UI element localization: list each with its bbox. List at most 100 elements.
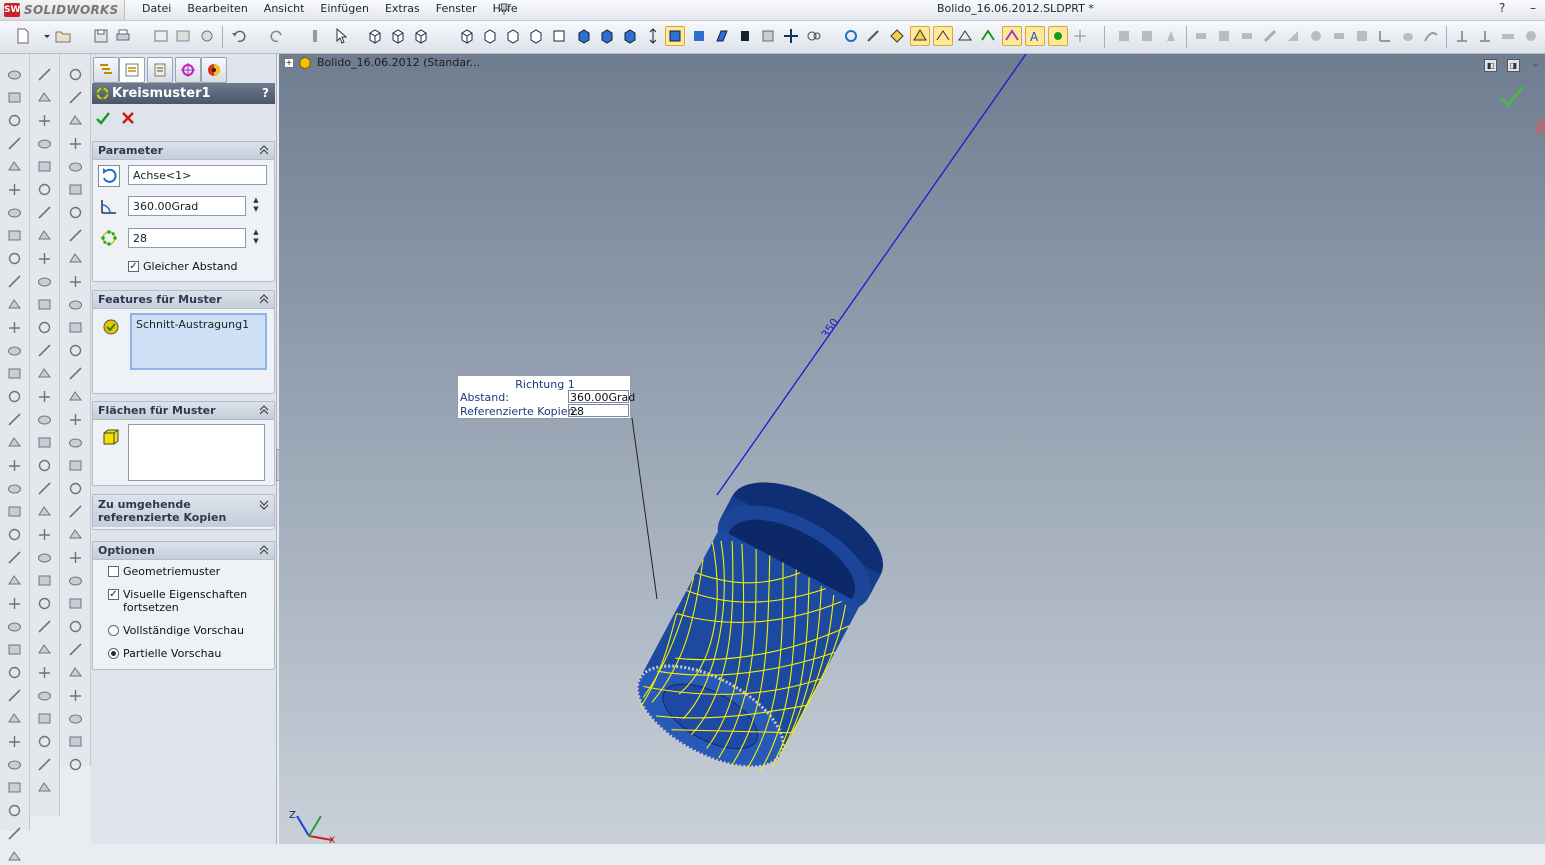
collapse-chevron-icon[interactable] (259, 543, 269, 557)
sketch-tool-icon[interactable] (36, 66, 53, 83)
view-top-icon[interactable] (458, 27, 476, 45)
sketch-tool-icon[interactable] (36, 434, 53, 451)
sketch-tool-icon[interactable] (36, 112, 53, 129)
filter-faces-icon[interactable] (956, 27, 974, 45)
feature-tree-flyout[interactable]: + Bolido_16.06.2012 (Standar... (284, 56, 480, 70)
utility-tool-icon[interactable] (67, 296, 84, 313)
utility-tool-icon[interactable] (67, 411, 84, 428)
utility-tool-icon[interactable] (67, 457, 84, 474)
model-scene[interactable]: 350 (279, 54, 1545, 844)
gusset-icon[interactable] (1284, 27, 1302, 45)
redo-icon[interactable] (268, 27, 286, 45)
rib-icon[interactable] (1353, 27, 1371, 45)
feature-tool-icon[interactable] (6, 112, 23, 129)
view-orientation-icon[interactable] (888, 27, 906, 45)
feature-tool-icon[interactable] (6, 135, 23, 152)
full-preview-radio[interactable] (108, 625, 119, 636)
sketch-tool-icon[interactable] (36, 526, 53, 543)
sketch-tool-icon[interactable] (36, 664, 53, 681)
utility-tool-icon[interactable] (67, 227, 84, 244)
feature-tool-icon[interactable] (6, 296, 23, 313)
view-front-icon[interactable] (366, 27, 384, 45)
feature-tool-icon[interactable] (6, 825, 23, 842)
feature-tool-icon[interactable] (6, 595, 23, 612)
utility-tool-icon[interactable] (67, 365, 84, 382)
hidden-lines-icon[interactable] (713, 27, 731, 45)
sketch-tool-icon[interactable] (36, 641, 53, 658)
utility-tool-icon[interactable] (67, 733, 84, 750)
sketch-tool-icon[interactable] (36, 595, 53, 612)
utility-tool-icon[interactable] (67, 641, 84, 658)
sketch-tool-icon[interactable] (36, 89, 53, 106)
sketch-tool-icon[interactable] (36, 710, 53, 727)
feature-tool-icon[interactable] (6, 572, 23, 589)
parameter-header[interactable]: Parameter (93, 142, 274, 160)
feature-tool-icon[interactable] (6, 848, 23, 865)
options-icon[interactable] (198, 27, 216, 45)
geometry-pattern-checkbox[interactable] (108, 566, 119, 577)
structural-member-icon[interactable] (1215, 27, 1233, 45)
utility-tool-icon[interactable] (67, 89, 84, 106)
feature-tool-icon[interactable] (6, 342, 23, 359)
draft-tool-icon[interactable] (1162, 27, 1180, 45)
menu-extras[interactable]: Extras (377, 0, 428, 20)
mold-tool-icon[interactable] (1115, 27, 1133, 45)
view-trimetric-icon[interactable] (598, 27, 616, 45)
check-icon[interactable] (1522, 27, 1540, 45)
utility-tool-icon[interactable] (67, 181, 84, 198)
callout-spacing-value[interactable]: 360.00Grad (568, 390, 635, 404)
utility-tool-icon[interactable] (67, 112, 84, 129)
section-props-icon[interactable] (1499, 27, 1517, 45)
feature-tool-icon[interactable] (6, 204, 23, 221)
collapse-chevron-icon[interactable] (259, 403, 269, 417)
viewport-expand-icon[interactable]: ◨ (1507, 59, 1520, 72)
list-item[interactable]: Schnitt-Austragung1 (136, 317, 265, 333)
feature-tool-icon[interactable] (6, 181, 23, 198)
utility-tool-icon[interactable] (67, 319, 84, 336)
sketch-tool-icon[interactable] (36, 273, 53, 290)
sketch-toolbar-icon[interactable] (865, 27, 883, 45)
expand-chevron-icon[interactable] (259, 498, 269, 512)
sketch-tool-icon[interactable] (36, 733, 53, 750)
utility-tool-icon[interactable] (67, 342, 84, 359)
feature-tool-icon[interactable] (6, 89, 23, 106)
help-button[interactable]: ? (262, 86, 269, 100)
minimize-icon[interactable]: – (1530, 1, 1536, 15)
filter-vertices-icon[interactable] (910, 26, 930, 46)
sketch-tool-icon[interactable] (36, 204, 53, 221)
feature-tool-icon[interactable] (6, 779, 23, 796)
sketch-tool-icon[interactable] (36, 135, 53, 152)
menu-ansicht[interactable]: Ansicht (256, 0, 313, 20)
feature-tool-icon[interactable] (6, 641, 23, 658)
view-right-icon[interactable] (504, 27, 522, 45)
curve-icon[interactable] (1422, 27, 1440, 45)
menu-bearbeiten[interactable]: Bearbeiten (179, 0, 255, 20)
pattern-axis-field[interactable]: Achse<1> (128, 165, 267, 185)
features-selection-list[interactable]: Schnitt-Austragung1 (130, 313, 267, 370)
tab-configuration-manager[interactable] (147, 57, 173, 83)
sketch-tool-icon[interactable] (36, 250, 53, 267)
feature-tool-icon[interactable] (6, 227, 23, 244)
view-isometric-icon[interactable] (575, 27, 593, 45)
feature-tool-icon[interactable] (6, 756, 23, 773)
confirm-check-icon[interactable] (1498, 84, 1526, 110)
utility-tool-icon[interactable] (67, 250, 84, 267)
measure-icon[interactable] (1453, 27, 1471, 45)
utility-tool-icon[interactable] (67, 480, 84, 497)
propagate-visual-checkbox[interactable]: ✓ (108, 589, 119, 600)
utility-tool-icon[interactable] (67, 549, 84, 566)
angle-input[interactable]: 360.00Grad (128, 196, 246, 216)
collapse-chevron-icon[interactable] (259, 292, 269, 306)
solidworks-logo[interactable]: SW SOLIDWORKS (0, 0, 125, 20)
sketch-tool-icon[interactable] (36, 618, 53, 635)
feature-tool-icon[interactable] (6, 503, 23, 520)
graphics-area[interactable]: 350 + Bolido_16.06.2012 (Standar... ◧ ◨ … (279, 54, 1545, 844)
rebuild-toolbar-icon[interactable] (152, 27, 170, 45)
feature-tool-icon[interactable] (6, 273, 23, 290)
weldment-icon[interactable] (1192, 27, 1210, 45)
feature-tool-icon[interactable] (6, 664, 23, 681)
sketch-tool-icon[interactable] (36, 158, 53, 175)
viewport-minimize-icon[interactable]: – (1531, 59, 1540, 70)
utility-tool-icon[interactable] (67, 66, 84, 83)
sketch-tool-icon[interactable] (36, 756, 53, 773)
